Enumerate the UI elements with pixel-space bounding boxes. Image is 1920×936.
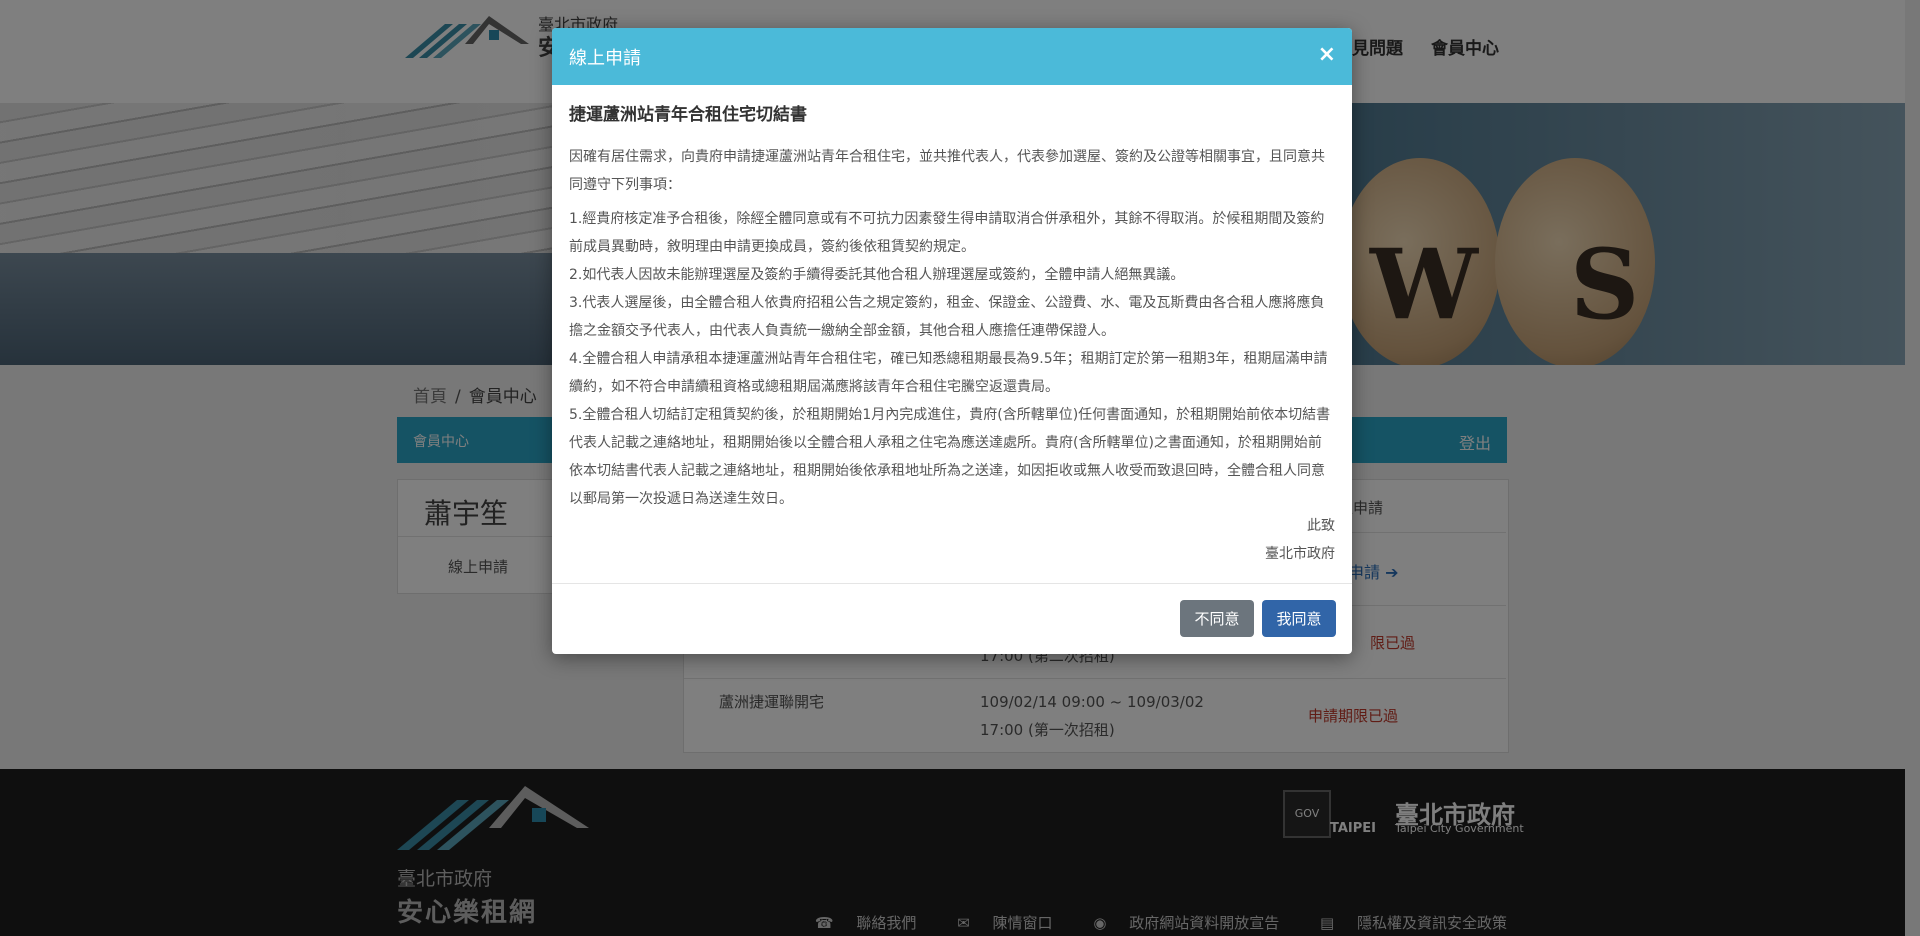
document-title: 捷運蘆洲站青年合租住宅切結書: [569, 105, 807, 125]
modal-header: 線上申請 ×: [552, 28, 1352, 85]
closing-recipient: 臺北市政府: [1265, 546, 1335, 562]
modal-title: 線上申請: [569, 48, 641, 69]
terms-item: 4.全體合租人申請承租本捷運蘆洲站青年合租住宅，確已知悉總租期最長為9.5年；租…: [569, 351, 1328, 395]
close-icon[interactable]: ×: [1318, 42, 1336, 67]
terms-item: 5.全體合租人切結訂定租賃契約後，於租期開始1月內完成進住，貴府(含所轄單位)任…: [569, 407, 1331, 507]
closing-salutation: 此致: [1307, 518, 1335, 534]
intro-paragraph: 因確有居住需求，向貴府申請捷運蘆洲站青年合租住宅，並共推代表人，代表參加選屋、簽…: [569, 149, 1325, 193]
modal-footer-divider: [552, 583, 1352, 584]
terms-item: 2.如代表人因故未能辦理選屋及簽約手續得委託其他合租人辦理選屋或簽約，全體申請人…: [569, 267, 1185, 283]
modal-body: 捷運蘆洲站青年合租住宅切結書 因確有居住需求，向貴府申請捷運蘆洲站青年合租住宅，…: [569, 98, 1335, 513]
agree-button[interactable]: 我同意: [1262, 600, 1336, 637]
terms-item: 1.經貴府核定准予合租後，除經全體同意或有不可抗力因素發生得申請取消合併承租外，…: [569, 211, 1325, 255]
terms-item: 3.代表人選屋後，由全體合租人依貴府招租公告之規定簽約，租金、保證金、公證費、水…: [569, 295, 1325, 339]
disagree-button[interactable]: 不同意: [1180, 600, 1254, 637]
agreement-modal: 線上申請 × 捷運蘆洲站青年合租住宅切結書 因確有居住需求，向貴府申請捷運蘆洲站…: [552, 28, 1352, 654]
